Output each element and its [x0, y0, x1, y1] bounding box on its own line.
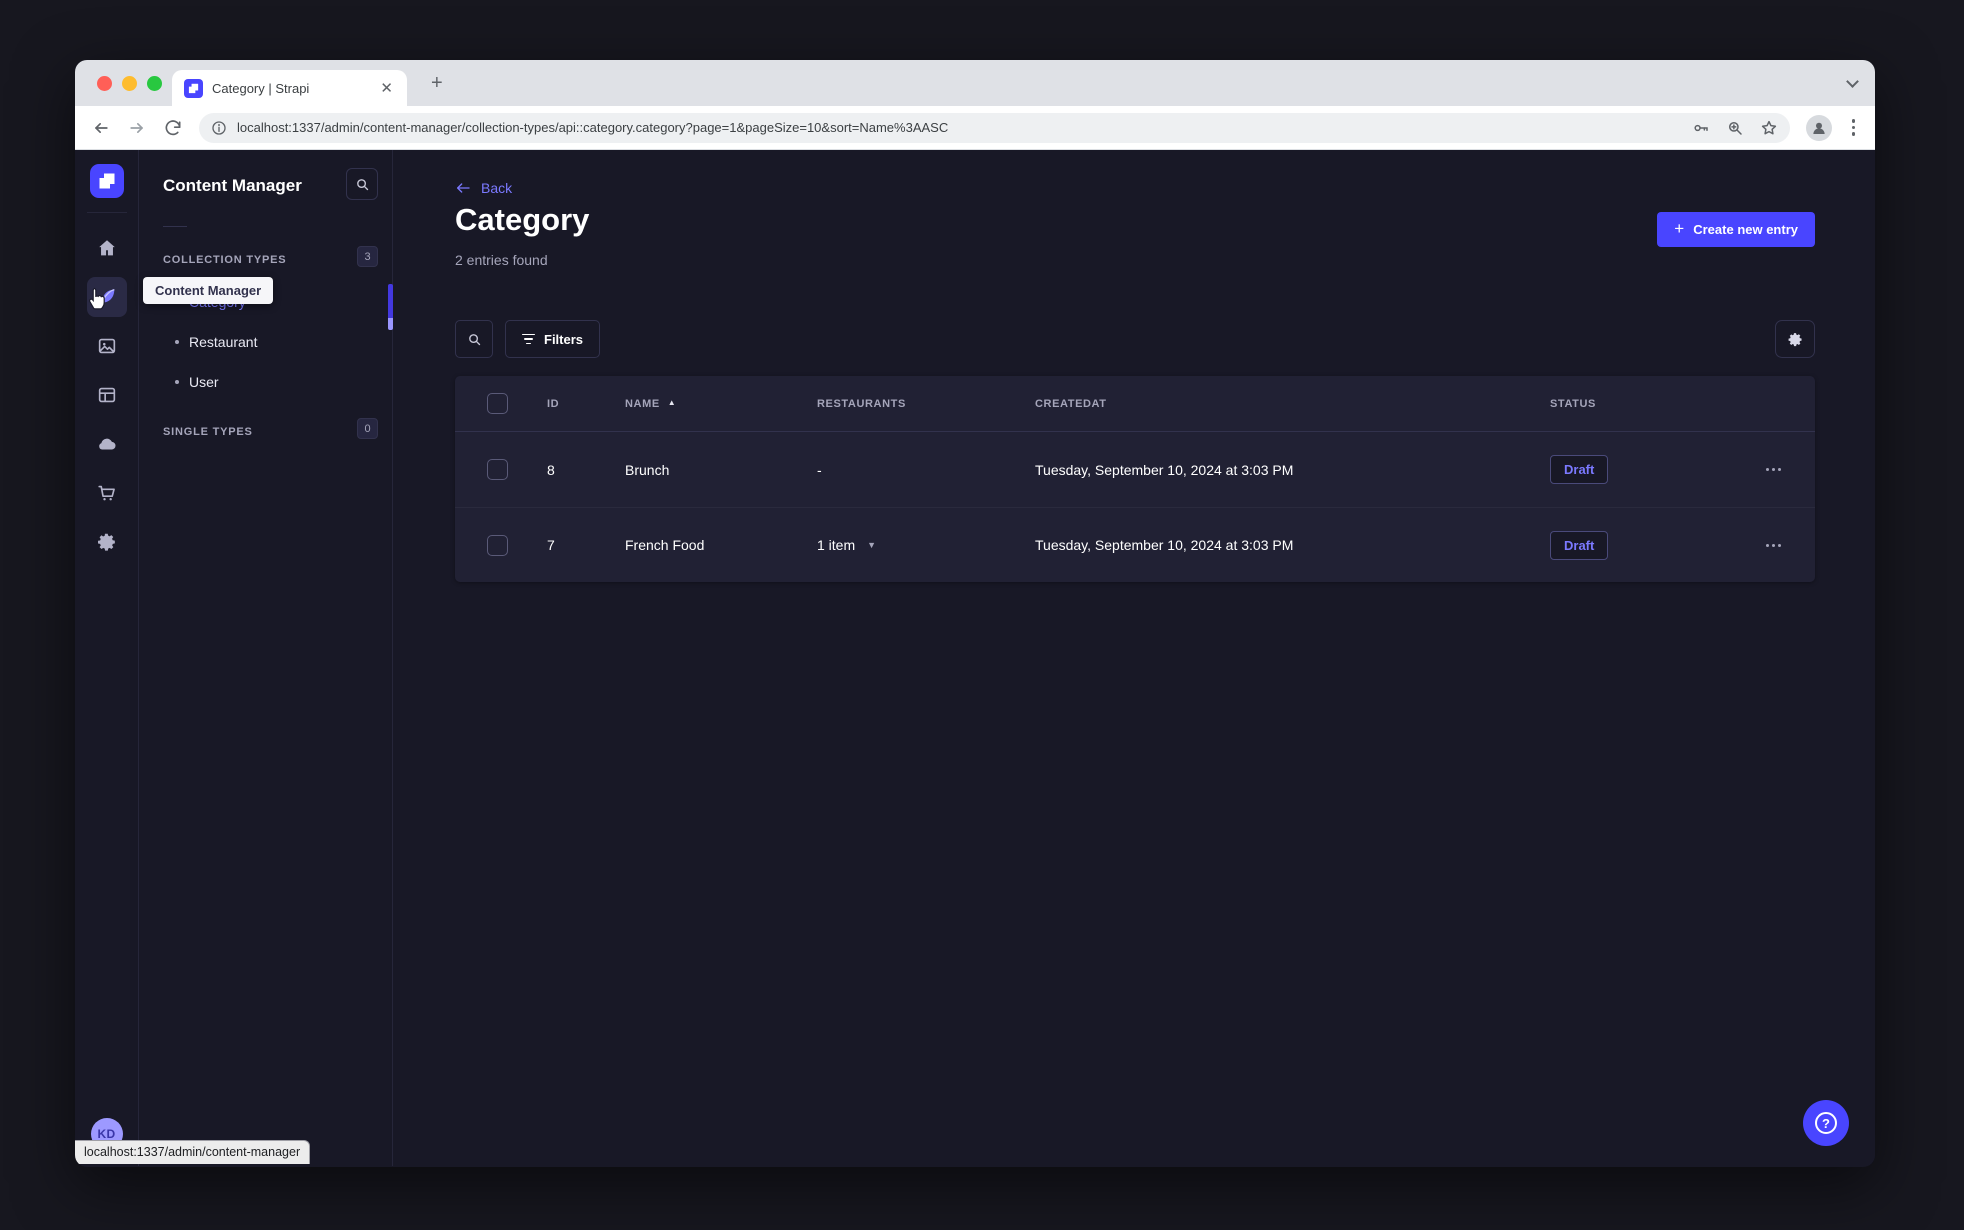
- browser-tab-strip: Category | Strapi ✕ +: [75, 60, 1875, 106]
- content-type-builder-icon[interactable]: [87, 375, 127, 415]
- desktop: { "browser": { "tab_title": "Category | …: [0, 0, 1964, 1230]
- tab-close-icon[interactable]: ✕: [376, 79, 397, 98]
- cell-createdat: Tuesday, September 10, 2024 at 3:03 PM: [1035, 537, 1294, 553]
- link-preview-status-bar: localhost:1337/admin/content-manager: [75, 1140, 311, 1164]
- zoom-page-icon[interactable]: [1726, 119, 1744, 137]
- filters-button[interactable]: Filters: [505, 320, 601, 358]
- back-arrow-icon: [457, 183, 470, 193]
- sidebar-item-label: User: [189, 374, 219, 390]
- column-header-restaurants[interactable]: RESTAURANTS: [789, 398, 1007, 410]
- browser-window: Category | Strapi ✕ + localhost:1337/adm…: [75, 60, 1875, 1167]
- browser-toolbar: localhost:1337/admin/content-manager/col…: [75, 106, 1875, 150]
- password-key-icon[interactable]: [1692, 119, 1710, 137]
- back-label: Back: [481, 180, 513, 196]
- rail-divider: [86, 212, 127, 213]
- reload-icon[interactable]: [163, 118, 183, 138]
- column-header-id[interactable]: ID: [519, 398, 597, 410]
- create-new-entry-button[interactable]: + Create new entry: [1657, 212, 1815, 247]
- marketplace-cart-icon[interactable]: [87, 473, 127, 513]
- cell-id: 8: [547, 461, 555, 478]
- home-icon[interactable]: [87, 228, 127, 268]
- tab-title: Category | Strapi: [212, 80, 310, 96]
- collection-types-label: COLLECTION TYPES: [163, 254, 287, 266]
- column-header-createdat[interactable]: CREATEDAT: [1007, 398, 1522, 410]
- subnav-title: Content Manager: [163, 176, 302, 195]
- column-header-status[interactable]: STATUS: [1522, 398, 1745, 410]
- column-header-name[interactable]: NAME ▲: [597, 398, 789, 410]
- cell-restaurants: -: [817, 461, 822, 478]
- media-library-icon[interactable]: [87, 326, 127, 366]
- browser-profile-avatar[interactable]: [1805, 114, 1832, 141]
- cell-createdat: Tuesday, September 10, 2024 at 3:03 PM: [1035, 461, 1294, 478]
- status-badge: Draft: [1550, 530, 1609, 560]
- status-badge: Draft: [1550, 455, 1609, 484]
- cell-id: 7: [547, 537, 555, 553]
- subnav-scrollbar-thumb[interactable]: [388, 284, 393, 330]
- minimize-window-button[interactable]: [122, 75, 137, 91]
- view-settings-button[interactable]: [1775, 320, 1815, 358]
- row-checkbox[interactable]: [487, 459, 508, 480]
- table-header-row: ID NAME ▲ RESTAURANTS CREATEDAT STATUS: [455, 376, 1815, 432]
- single-types-count-badge: 0: [357, 418, 378, 439]
- back-icon[interactable]: [91, 118, 111, 138]
- help-button[interactable]: ?: [1803, 1100, 1849, 1146]
- page-title: Category: [455, 202, 590, 237]
- forward-icon[interactable]: [127, 118, 147, 138]
- create-button-label: Create new entry: [1693, 222, 1798, 237]
- zoom-window-button[interactable]: [147, 75, 162, 91]
- subnav-search-button[interactable]: [346, 168, 378, 200]
- close-window-button[interactable]: [97, 75, 112, 91]
- expand-caret-icon: ▼: [867, 540, 877, 550]
- strapi-logo[interactable]: [89, 164, 124, 198]
- bullet-icon: [175, 340, 179, 344]
- subnav-divider: [163, 226, 187, 227]
- collection-types-count-badge: 3: [357, 246, 378, 267]
- row-checkbox[interactable]: [487, 534, 508, 556]
- nav-icon-tooltip: Content Manager: [143, 277, 274, 304]
- cell-name: French Food: [625, 537, 705, 553]
- row-actions-icon[interactable]: [1745, 543, 1815, 547]
- table-row[interactable]: 7 French Food 1 item ▼ Tuesday, Septembe…: [455, 507, 1815, 582]
- main-content: Back Category 2 entries found + Create n…: [393, 150, 1875, 1166]
- filter-icon: [522, 333, 535, 345]
- select-all-checkbox[interactable]: [487, 393, 508, 414]
- entries-table: ID NAME ▲ RESTAURANTS CREATEDAT STATUS 8…: [455, 376, 1815, 582]
- browser-menu-icon[interactable]: [1848, 119, 1860, 136]
- row-actions-icon[interactable]: [1745, 468, 1815, 471]
- window-controls: [97, 75, 162, 91]
- strapi-app: KD Content Manager COLLECTION TYPES 3 Ca…: [75, 150, 1875, 1166]
- plus-icon: +: [1674, 219, 1685, 238]
- browser-tab[interactable]: Category | Strapi ✕: [172, 70, 407, 106]
- url-text: localhost:1337/admin/content-manager/col…: [237, 120, 949, 135]
- mouse-cursor: [85, 286, 109, 312]
- bookmark-star-icon[interactable]: [1760, 119, 1778, 137]
- sidebar-item-user[interactable]: User: [175, 374, 219, 390]
- address-bar[interactable]: localhost:1337/admin/content-manager/col…: [199, 112, 1790, 143]
- table-row[interactable]: 8 Brunch - Tuesday, September 10, 2024 a…: [455, 432, 1815, 507]
- back-link[interactable]: Back: [455, 180, 512, 196]
- filters-label: Filters: [544, 331, 584, 347]
- cell-name: Brunch: [625, 461, 670, 478]
- sidebar-item-label: Restaurant: [189, 334, 258, 350]
- strapi-favicon-icon: [184, 78, 203, 98]
- cloud-icon[interactable]: [87, 424, 127, 464]
- entries-count: 2 entries found: [455, 252, 548, 268]
- sidebar-item-restaurant[interactable]: Restaurant: [175, 334, 257, 350]
- tab-search-chevron-icon[interactable]: [1847, 76, 1857, 86]
- bullet-icon: [175, 380, 179, 384]
- help-question-icon: ?: [1815, 1112, 1837, 1134]
- table-search-button[interactable]: [455, 320, 493, 358]
- cell-restaurants[interactable]: 1 item ▼: [789, 537, 1007, 553]
- settings-gear-icon[interactable]: [87, 522, 127, 562]
- single-types-label: SINGLE TYPES: [163, 426, 253, 438]
- new-tab-button[interactable]: +: [423, 71, 451, 95]
- sort-asc-icon: ▲: [667, 398, 677, 407]
- page-info-icon[interactable]: [211, 120, 227, 136]
